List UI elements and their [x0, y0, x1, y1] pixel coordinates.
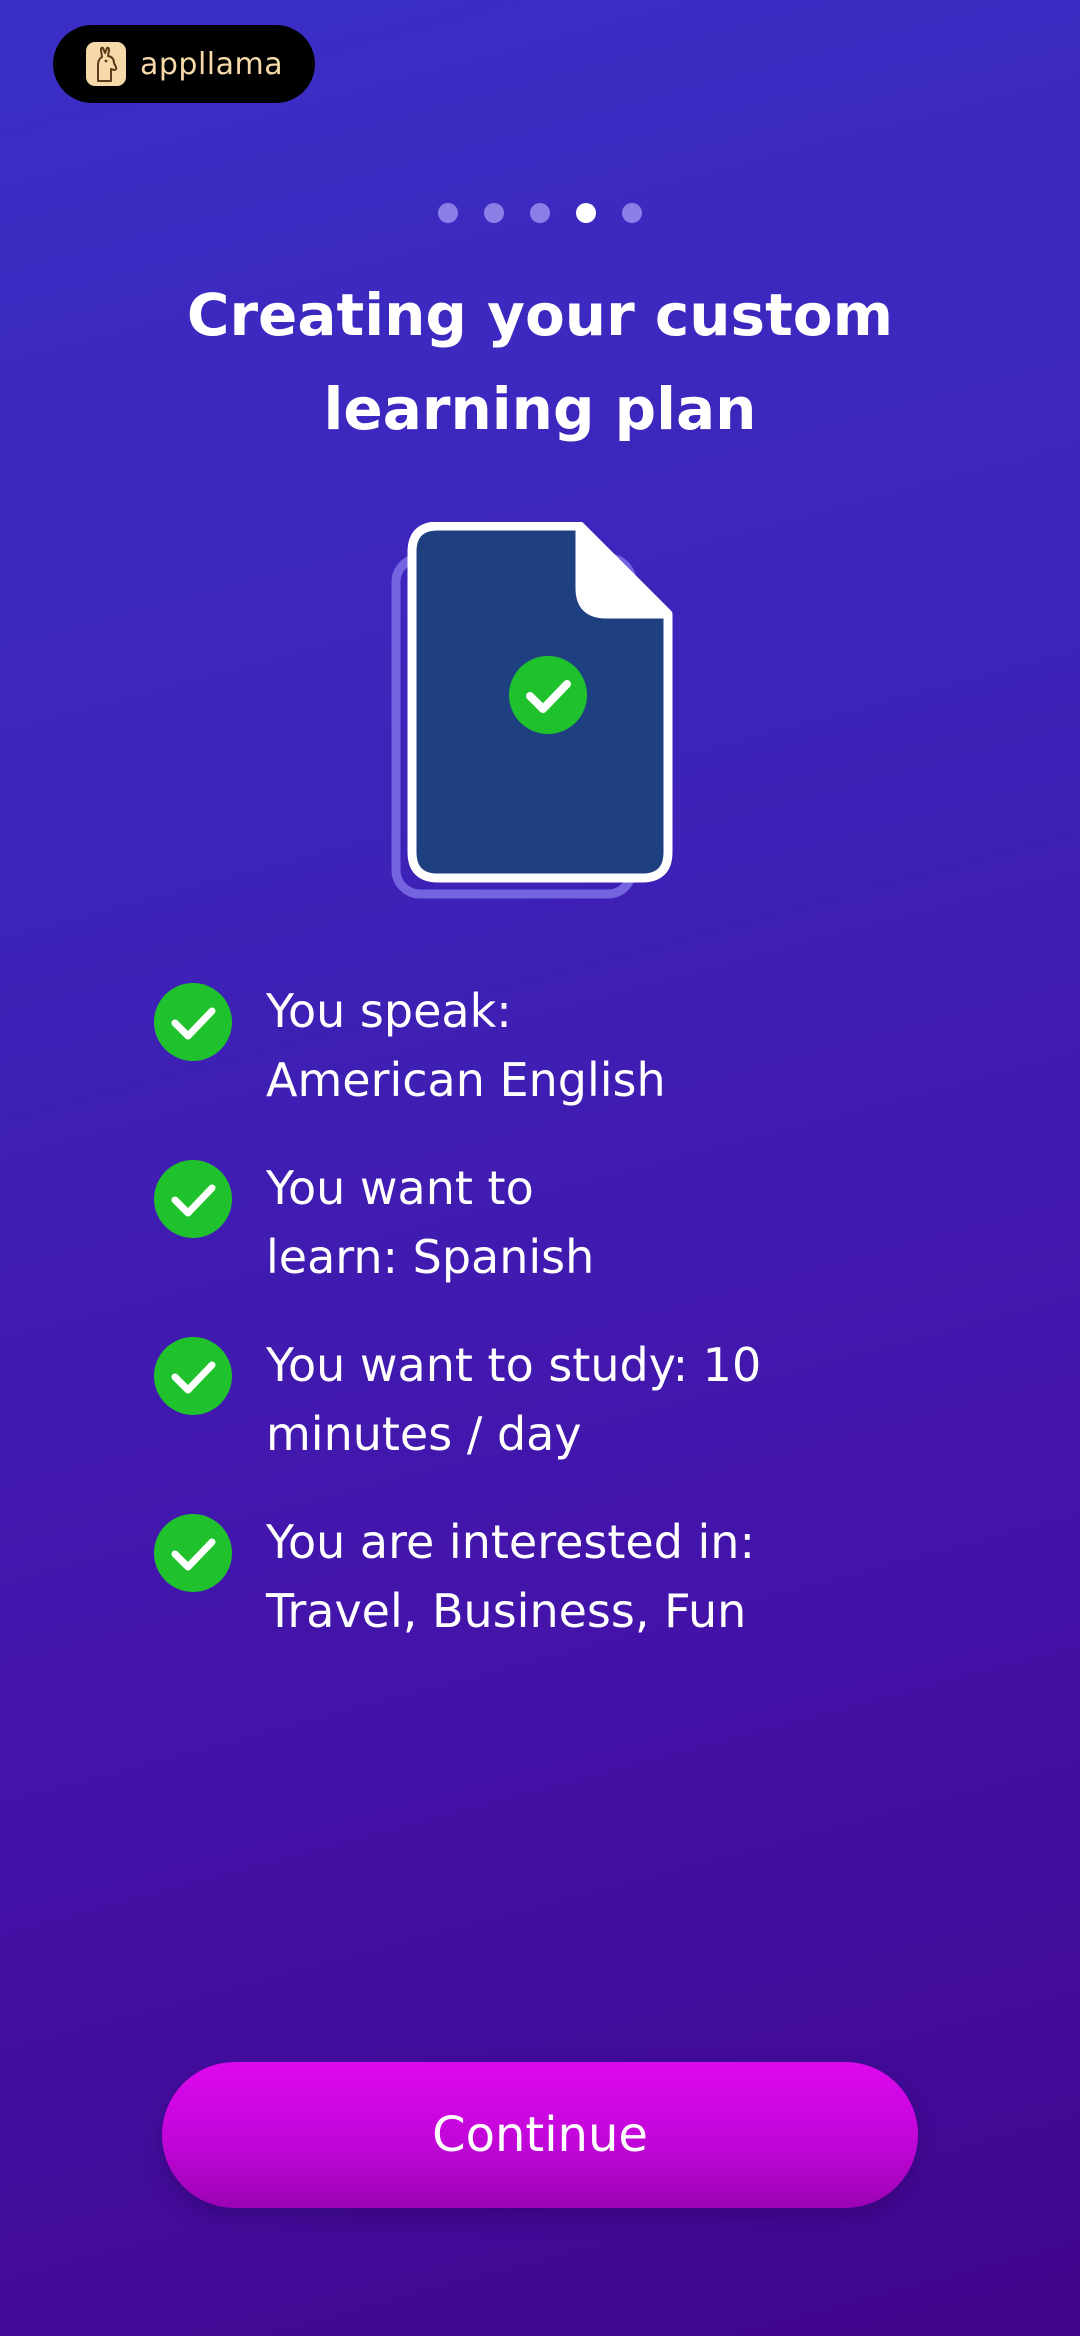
progress-dot: [438, 203, 458, 223]
continue-button[interactable]: Continue: [162, 2062, 918, 2208]
list-item: You speak: American English: [153, 982, 953, 1115]
list-item-text: You are interested in: Travel, Business,…: [266, 1508, 755, 1646]
list-item-line: minutes / day: [266, 1407, 582, 1461]
list-item: You are interested in: Travel, Business,…: [153, 1513, 953, 1646]
list-item-line: You speak:: [266, 984, 512, 1038]
list-item-text: You want to study: 10 minutes / day: [266, 1331, 761, 1469]
progress-dot-active: [576, 203, 596, 223]
list-item-line: learn: Spanish: [266, 1230, 595, 1284]
list-item: You want to learn: Spanish: [153, 1159, 953, 1292]
check-icon: [154, 1160, 232, 1238]
list-item-line: Travel, Business, Fun: [266, 1584, 747, 1638]
check-icon: [154, 1337, 232, 1415]
progress-dot: [484, 203, 504, 223]
list-item: You want to study: 10 minutes / day: [153, 1336, 953, 1469]
progress-dots: [0, 203, 1080, 223]
llama-icon: [86, 42, 126, 86]
progress-dot: [622, 203, 642, 223]
list-item-text: You speak: American English: [266, 977, 666, 1115]
check-icon: [154, 1514, 232, 1592]
list-item-line: You want to study: 10: [266, 1338, 762, 1392]
list-item-line: You want to: [266, 1161, 534, 1215]
page-title: Creating your custom learning plan: [100, 268, 980, 456]
page-title-line2: learning plan: [323, 375, 757, 443]
page-title-line1: Creating your custom: [186, 281, 894, 349]
progress-dot: [530, 203, 550, 223]
list-item-text: You want to learn: Spanish: [266, 1154, 594, 1292]
check-icon: [154, 983, 232, 1061]
brand-name: appllama: [140, 46, 284, 82]
brand-logo: appllama: [53, 25, 315, 103]
plan-checklist: You speak: American English You want to …: [153, 982, 953, 1690]
document-check-icon: [390, 521, 680, 902]
list-item-line: You are interested in:: [266, 1515, 755, 1569]
list-item-line: American English: [266, 1053, 666, 1107]
